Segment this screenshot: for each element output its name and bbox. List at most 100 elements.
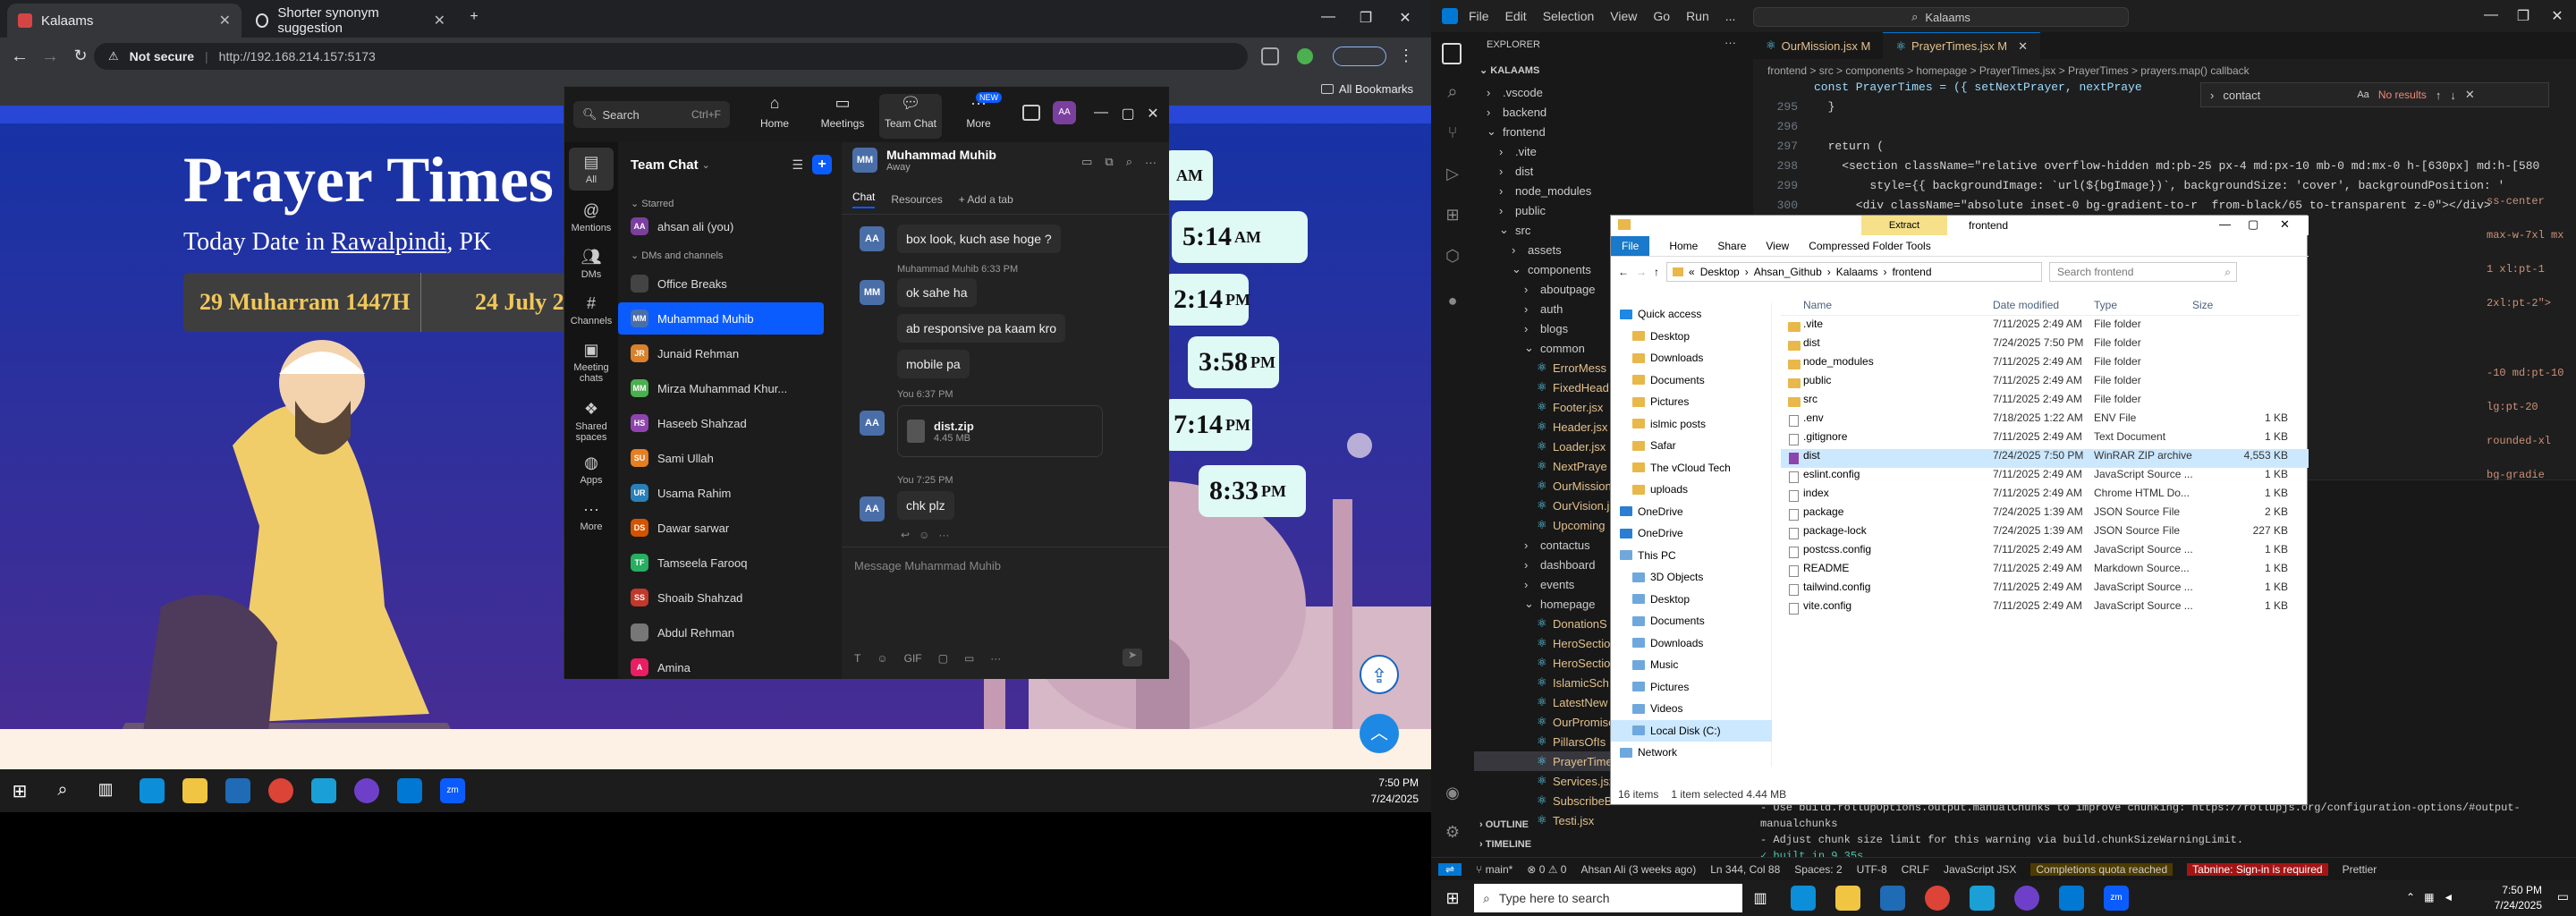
ribbon-file[interactable]: File [1611,235,1650,256]
store-icon[interactable] [225,778,250,803]
minimize-icon[interactable]: — [1092,105,1110,121]
tree-folder[interactable]: › node_modules [1474,181,1753,200]
code-line[interactable]: 299 style={{ backgroundImage: `url(${bgI… [1753,179,2505,197]
nav-item[interactable]: uploads [1611,479,1772,500]
menu-item[interactable]: File [1469,9,1489,23]
copilot-status[interactable]: Completions quota reached [2030,862,2174,876]
back-icon[interactable]: ← [9,47,30,67]
all-bookmarks[interactable]: All Bookmarks [1320,82,1413,96]
ribbon-home[interactable]: Home [1669,240,1698,252]
dms-header[interactable]: ⌄ DMs and channels [631,250,723,261]
restore-icon[interactable]: ❐ [1352,9,1379,27]
back-icon[interactable]: ← [1618,266,1629,278]
edge-icon[interactable] [140,778,165,803]
nav-item[interactable]: Downloads [1611,632,1772,654]
menu-item[interactable]: View [1610,9,1637,23]
minimize-icon[interactable]: — [1315,9,1342,25]
file-explorer-icon[interactable] [182,778,208,803]
indentation[interactable]: Spaces: 2 [1794,863,1842,876]
nav-item[interactable]: Videos [1611,698,1772,719]
nav-item[interactable]: Network [1611,742,1772,763]
volume-icon[interactable]: ◄ [2443,891,2453,903]
task-view-icon[interactable]: ▥ [1750,889,1771,907]
rail-mentions[interactable]: @ Mentions [564,196,618,239]
col-date[interactable]: Date modified [1993,299,2059,311]
zoom-icon[interactable]: zm [440,778,465,803]
eol[interactable]: CRLF [1902,863,1929,876]
nav-item[interactable]: OneDrive [1611,501,1772,522]
list-title[interactable]: Team Chat [631,157,699,173]
breadcrumb[interactable]: frontend > src > components > homepage >… [1767,64,2250,77]
crumb[interactable]: Ahsan_Github [1754,266,1822,278]
search-icon[interactable]: ⌕ [1126,155,1132,169]
windows-start-icon[interactable]: ⊞ [9,780,30,802]
rail-apps[interactable]: ◍ Apps [564,448,618,491]
list-item-contact[interactable]: MM Mirza Muhammad Khur... [618,372,842,404]
list-item-contact[interactable]: Abdul Rehman [618,616,842,649]
network-icon[interactable]: ▦ [2424,891,2434,903]
tab-prayertimes[interactable]: ⚛ PrayerTimes.jsx M ✕ [1883,32,2041,59]
code-line[interactable]: 297 return ( [1753,140,1884,157]
gif-icon[interactable]: GIF [904,652,922,665]
code-line[interactable]: const PrayerTimes = ({ setNextPrayer, ne… [1753,81,2142,98]
tab-synonym[interactable]: Shorter synonym suggestion ✕ [245,4,456,38]
close-tab-icon[interactable]: ✕ [2018,39,2028,54]
file-row[interactable]: postcss.config 7/11/2025 2:49 AM JavaScrip… [1781,543,2309,562]
filter-icon[interactable]: ☰ [792,157,803,173]
source-control-icon[interactable]: ⑂ [1440,123,1465,142]
app-icon[interactable] [1970,886,1995,911]
file-attachment[interactable]: dist.zip 4.45 MB [897,405,1103,457]
rail-shared-spaces[interactable]: ❖ Shared spaces [564,394,618,448]
nav-item[interactable]: This PC [1611,545,1772,566]
reload-icon[interactable]: ↻ [70,47,91,65]
close-tab-icon[interactable]: ✕ [434,12,445,30]
menu-item[interactable]: Go [1653,9,1670,23]
code-line[interactable]: 295 } [1753,100,1835,118]
timeline-section[interactable]: › TIMELINE [1479,839,1531,850]
cursor-position[interactable]: Ln 344, Col 88 [1710,863,1780,876]
message-composer[interactable]: Message Muhammad Muhib [854,559,1001,572]
notification-icon[interactable]: ▭ [2557,889,2569,904]
match-case-icon[interactable]: Aa [2357,89,2368,100]
arrow-down-icon[interactable]: ↓ [2450,89,2456,102]
tree-folder[interactable]: › dist [1474,161,1753,181]
rail-meeting-chats[interactable]: ▣ Meeting chats [564,335,618,389]
menu-item[interactable]: Edit [1505,9,1527,23]
starred-header[interactable]: ⌄ Starred [631,198,674,209]
rail-dms[interactable]: 👥︎ DMs [564,242,618,285]
more-icon[interactable]: ··· [1145,156,1157,169]
send-button[interactable]: ➤ [1123,649,1142,666]
nav-item[interactable]: OneDrive [1611,522,1772,544]
nav-team-chat[interactable]: 💬︎ Team Chat [879,94,942,139]
restore-icon[interactable]: ❐ [2510,7,2537,25]
file-row[interactable]: package 7/24/2025 1:39 AM JSON Source File… [1781,505,2309,524]
vscode-icon[interactable] [2059,886,2084,911]
file-row[interactable]: index 7/11/2025 2:49 AM Chrome HTML Do... 1… [1781,487,2309,505]
profile-avatar[interactable]: AA [1053,101,1076,124]
list-item-contact[interactable]: UR Usama Rahim [618,477,842,509]
list-item-contact[interactable]: HS Haseeb Shahzad [618,407,842,439]
screen-share-icon[interactable]: ⧉ [1105,155,1113,169]
git-blame[interactable]: Ahsan Ali (3 weeks ago) [1580,863,1696,876]
file-row[interactable]: eslint.config 7/11/2025 2:49 AM JavaScript… [1781,468,2309,487]
nav-item[interactable]: Desktop [1611,326,1772,347]
nav-item[interactable]: Documents [1611,369,1772,391]
file-row[interactable]: dist 7/24/2025 7:50 PM WinRAR ZIP archive 4… [1781,449,2309,468]
forward-icon[interactable]: → [1636,266,1647,278]
whiteboard-icon[interactable] [1022,105,1040,121]
code-line[interactable]: 296 [1753,120,1814,138]
menu-dots-icon[interactable]: ⋮ [1395,47,1417,65]
zoom-search[interactable]: 🔍︎ Search Ctrl+F [573,101,730,128]
tabnine-status[interactable]: Tabnine: Sign-in is required [2187,862,2328,876]
list-item-contact[interactable]: TF Tamseela Farooq [618,547,842,579]
list-item-contact[interactable]: A Amina [618,651,842,683]
file-row[interactable]: .gitignore 7/11/2025 2:49 AM Text Document… [1781,430,2309,449]
address-bar[interactable]: « Desktop › Ahsan_Github › Kalaams › fronte… [1666,262,2042,282]
tab-resources[interactable]: Resources [891,193,942,206]
nav-item[interactable]: Music [1611,654,1772,675]
emoji-icon[interactable]: ☺ [877,652,887,665]
github-desktop-icon[interactable] [2014,886,2039,911]
menu-item[interactable]: Run [1686,9,1709,23]
menu-item[interactable]: ... [1725,9,1736,23]
file-row[interactable]: tailwind.config 7/11/2025 2:49 AM JavaScri… [1781,581,2309,599]
